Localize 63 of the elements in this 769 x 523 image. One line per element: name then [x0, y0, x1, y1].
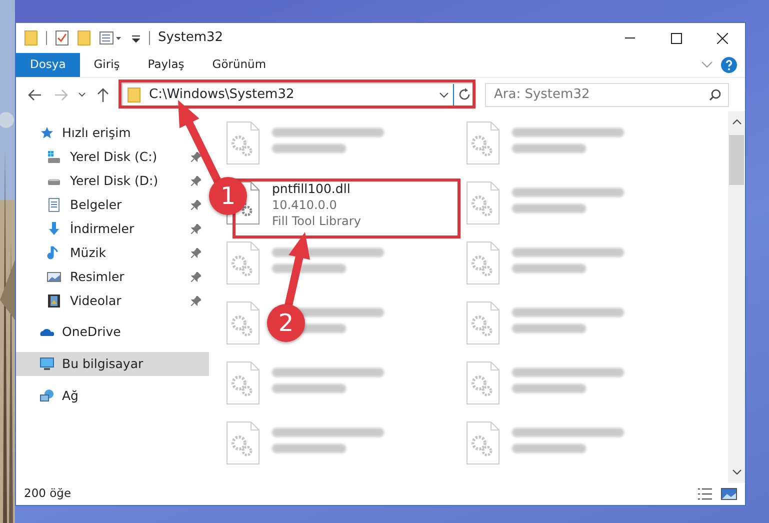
dll-file-icon — [226, 121, 260, 165]
file-detail: Fill Tool Library — [272, 213, 361, 229]
picture-icon — [47, 270, 61, 284]
file-detail: 10.410.0.0 — [272, 197, 338, 213]
folder-icon — [127, 86, 141, 102]
dll-file-icon — [466, 301, 500, 345]
properties-icon[interactable] — [55, 30, 69, 46]
search-field[interactable]: Ara: System32 — [485, 82, 729, 106]
film-icon — [47, 294, 61, 308]
minimize-icon — [625, 37, 635, 39]
refresh-icon[interactable] — [458, 88, 471, 101]
star-icon — [40, 126, 54, 140]
dll-file-icon — [466, 121, 500, 165]
maximize-icon — [670, 32, 682, 44]
sidebar-item[interactable]: Yerel Disk (C:) — [16, 145, 209, 169]
dll-file-icon — [466, 181, 500, 225]
document-icon — [47, 198, 61, 212]
expand-ribbon-icon[interactable] — [701, 61, 713, 69]
ribbon-tab[interactable]: Görünüm — [198, 53, 280, 77]
search-icon — [709, 88, 721, 100]
sidebar-item[interactable]: OneDrive — [16, 320, 209, 344]
download-arrow-icon — [47, 222, 61, 236]
sidebar-item[interactable]: Bu bilgisayar — [16, 352, 209, 376]
close-icon — [716, 32, 728, 44]
back-arrow-icon — [28, 88, 42, 100]
dll-file-icon — [226, 301, 260, 345]
monitor-icon — [40, 357, 54, 371]
large-icons-view-icon[interactable] — [721, 487, 737, 501]
ribbon-tab[interactable]: Paylaş — [134, 53, 198, 77]
scrollbar-thumb[interactable] — [729, 135, 744, 185]
address-bar[interactable]: C:\Windows\System32 — [122, 82, 476, 106]
dll-file-icon — [226, 421, 260, 465]
window-title: System32 — [158, 29, 224, 48]
sidebar-item[interactable]: Hızlı erişim — [16, 121, 209, 145]
details-view-icon[interactable] — [697, 487, 713, 501]
dll-file-icon — [226, 361, 260, 405]
drive-icon — [47, 150, 61, 164]
scroll-down-icon[interactable] — [732, 469, 742, 475]
dll-file-icon — [466, 421, 500, 465]
dll-file-icon — [226, 241, 260, 285]
sidebar-item[interactable]: Ağ — [16, 384, 209, 408]
address-path: C:\Windows\System32 — [149, 86, 294, 104]
forward-arrow-icon — [54, 88, 68, 100]
view-options-icon[interactable] — [99, 30, 123, 46]
sidebar-item[interactable]: Yerel Disk (D:) — [16, 169, 209, 193]
sidebar-item[interactable]: Videolar — [16, 289, 209, 313]
item-count: 200 öğe — [24, 485, 72, 502]
dll-file-icon — [466, 361, 500, 405]
sidebar-item[interactable]: İndirmeler — [16, 217, 209, 241]
up-arrow-icon — [97, 88, 109, 102]
file-menu-tab[interactable]: Dosya — [16, 53, 80, 77]
network-icon — [40, 389, 54, 403]
scroll-up-icon[interactable] — [732, 119, 742, 125]
ribbon-tab[interactable]: Giriş — [80, 53, 134, 77]
sidebar-item[interactable]: Resimler — [16, 265, 209, 289]
chevron-down-icon — [78, 92, 86, 98]
sidebar-item[interactable]: Müzik — [16, 241, 209, 265]
sidebar-item[interactable]: Belgeler — [16, 193, 209, 217]
file-name[interactable]: pntfill100.dll — [272, 181, 361, 197]
help-icon[interactable] — [721, 57, 737, 73]
dll-file-icon — [466, 241, 500, 285]
dropdown-icon[interactable] — [439, 92, 449, 98]
scrollbar[interactable] — [728, 111, 745, 483]
